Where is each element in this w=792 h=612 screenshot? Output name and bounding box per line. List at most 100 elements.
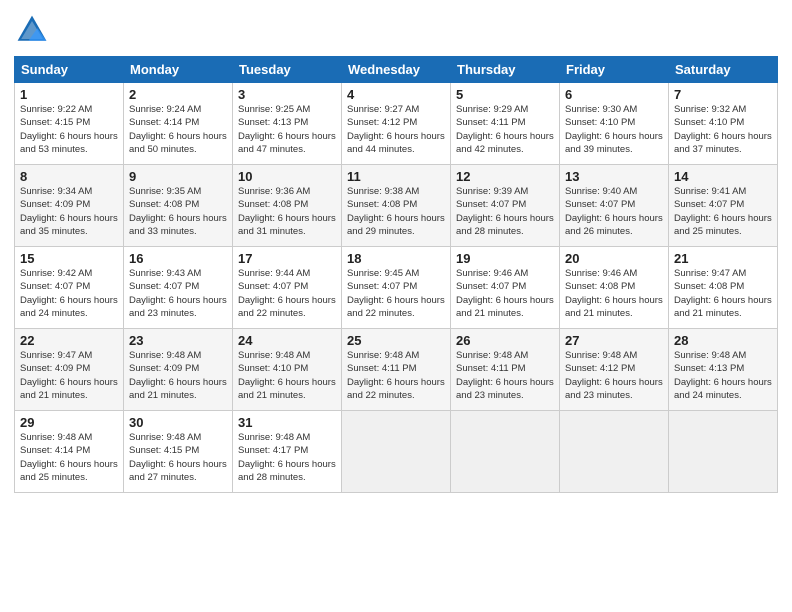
day-number: 24: [238, 333, 336, 348]
logo: [14, 12, 54, 48]
calendar-cell: 2Sunrise: 9:24 AMSunset: 4:14 PMDaylight…: [124, 83, 233, 165]
day-number: 8: [20, 169, 118, 184]
day-info: Sunrise: 9:40 AMSunset: 4:07 PMDaylight:…: [565, 186, 663, 237]
day-info: Sunrise: 9:48 AMSunset: 4:15 PMDaylight:…: [129, 432, 227, 483]
weekday-header-row: SundayMondayTuesdayWednesdayThursdayFrid…: [15, 57, 778, 83]
day-info: Sunrise: 9:48 AMSunset: 4:13 PMDaylight:…: [674, 350, 772, 401]
day-number: 18: [347, 251, 445, 266]
calendar-cell: 11 Sunrise: 9:38 AMSunset: 4:08 PMDayligh…: [342, 165, 451, 247]
calendar-cell: [451, 411, 560, 493]
logo-icon: [14, 12, 50, 48]
day-info: Sunrise: 9:46 AMSunset: 4:07 PMDaylight:…: [456, 268, 554, 319]
calendar-cell: 14 Sunrise: 9:41 AMSunset: 4:07 PMDayligh…: [669, 165, 778, 247]
calendar-week: 1 Sunrise: 9:22 AMSunset: 4:15 PMDaylight…: [15, 83, 778, 165]
calendar-week: 15 Sunrise: 9:42 AMSunset: 4:07 PMDayligh…: [15, 247, 778, 329]
day-number: 19: [456, 251, 554, 266]
calendar-week: 22Sunrise: 9:47 AMSunset: 4:09 PMDayligh…: [15, 329, 778, 411]
calendar-cell: 13 Sunrise: 9:40 AMSunset: 4:07 PMDayligh…: [560, 165, 669, 247]
page: SundayMondayTuesdayWednesdayThursdayFrid…: [0, 0, 792, 612]
calendar: SundayMondayTuesdayWednesdayThursdayFrid…: [14, 56, 778, 493]
calendar-cell: 12Sunrise: 9:39 AMSunset: 4:07 PMDayligh…: [451, 165, 560, 247]
day-info: Sunrise: 9:48 AMSunset: 4:14 PMDaylight:…: [20, 432, 118, 483]
calendar-cell: [669, 411, 778, 493]
day-number: 14: [674, 169, 772, 184]
day-number: 26: [456, 333, 554, 348]
day-number: 29: [20, 415, 118, 430]
day-info: Sunrise: 9:48 AMSunset: 4:11 PMDaylight:…: [347, 350, 445, 401]
day-info: Sunrise: 9:36 AMSunset: 4:08 PMDaylight:…: [238, 186, 336, 237]
day-number: 3: [238, 87, 336, 102]
calendar-cell: 29 Sunrise: 9:48 AMSunset: 4:14 PMDayligh…: [15, 411, 124, 493]
calendar-cell: 21Sunrise: 9:47 AMSunset: 4:08 PMDayligh…: [669, 247, 778, 329]
calendar-body: 1 Sunrise: 9:22 AMSunset: 4:15 PMDaylight…: [15, 83, 778, 493]
calendar-cell: 24 Sunrise: 9:48 AMSunset: 4:10 PMDayligh…: [233, 329, 342, 411]
calendar-cell: 17 Sunrise: 9:44 AMSunset: 4:07 PMDayligh…: [233, 247, 342, 329]
day-number: 25: [347, 333, 445, 348]
day-number: 2: [129, 87, 227, 102]
weekday-header: Thursday: [451, 57, 560, 83]
day-info: Sunrise: 9:27 AMSunset: 4:12 PMDaylight:…: [347, 104, 445, 155]
day-info: Sunrise: 9:48 AMSunset: 4:10 PMDaylight:…: [238, 350, 336, 401]
day-number: 16: [129, 251, 227, 266]
day-number: 23: [129, 333, 227, 348]
day-number: 6: [565, 87, 663, 102]
calendar-cell: 25 Sunrise: 9:48 AMSunset: 4:11 PMDayligh…: [342, 329, 451, 411]
calendar-cell: 31 Sunrise: 9:48 AMSunset: 4:17 PMDayligh…: [233, 411, 342, 493]
day-info: Sunrise: 9:22 AMSunset: 4:15 PMDaylight:…: [20, 104, 118, 155]
calendar-cell: 3 Sunrise: 9:25 AMSunset: 4:13 PMDaylight…: [233, 83, 342, 165]
calendar-cell: 30 Sunrise: 9:48 AMSunset: 4:15 PMDayligh…: [124, 411, 233, 493]
day-number: 21: [674, 251, 772, 266]
calendar-cell: 26Sunrise: 9:48 AMSunset: 4:11 PMDayligh…: [451, 329, 560, 411]
day-number: 28: [674, 333, 772, 348]
day-info: Sunrise: 9:48 AMSunset: 4:17 PMDaylight:…: [238, 432, 336, 483]
calendar-cell: 18 Sunrise: 9:45 AMSunset: 4:07 PMDayligh…: [342, 247, 451, 329]
day-info: Sunrise: 9:29 AMSunset: 4:11 PMDaylight:…: [456, 104, 554, 155]
calendar-cell: 28 Sunrise: 9:48 AMSunset: 4:13 PMDayligh…: [669, 329, 778, 411]
calendar-cell: 7Sunrise: 9:32 AMSunset: 4:10 PMDaylight…: [669, 83, 778, 165]
day-number: 31: [238, 415, 336, 430]
day-number: 4: [347, 87, 445, 102]
day-info: Sunrise: 9:43 AMSunset: 4:07 PMDaylight:…: [129, 268, 227, 319]
day-info: Sunrise: 9:38 AMSunset: 4:08 PMDaylight:…: [347, 186, 445, 237]
day-info: Sunrise: 9:34 AMSunset: 4:09 PMDaylight:…: [20, 186, 118, 237]
weekday-header: Wednesday: [342, 57, 451, 83]
calendar-cell: 19 Sunrise: 9:46 AMSunset: 4:07 PMDayligh…: [451, 247, 560, 329]
calendar-cell: 15 Sunrise: 9:42 AMSunset: 4:07 PMDayligh…: [15, 247, 124, 329]
day-number: 20: [565, 251, 663, 266]
calendar-cell: 23 Sunrise: 9:48 AMSunset: 4:09 PMDayligh…: [124, 329, 233, 411]
weekday-header: Friday: [560, 57, 669, 83]
weekday-header: Tuesday: [233, 57, 342, 83]
day-info: Sunrise: 9:42 AMSunset: 4:07 PMDaylight:…: [20, 268, 118, 319]
calendar-cell: 27 Sunrise: 9:48 AMSunset: 4:12 PMDayligh…: [560, 329, 669, 411]
header: [14, 12, 778, 48]
calendar-cell: 10Sunrise: 9:36 AMSunset: 4:08 PMDayligh…: [233, 165, 342, 247]
day-number: 11: [347, 169, 445, 184]
day-info: Sunrise: 9:25 AMSunset: 4:13 PMDaylight:…: [238, 104, 336, 155]
day-info: Sunrise: 9:48 AMSunset: 4:12 PMDaylight:…: [565, 350, 663, 401]
day-number: 17: [238, 251, 336, 266]
calendar-cell: 16 Sunrise: 9:43 AMSunset: 4:07 PMDayligh…: [124, 247, 233, 329]
calendar-cell: 8 Sunrise: 9:34 AMSunset: 4:09 PMDaylight…: [15, 165, 124, 247]
day-number: 7: [674, 87, 772, 102]
day-number: 12: [456, 169, 554, 184]
day-number: 9: [129, 169, 227, 184]
day-number: 27: [565, 333, 663, 348]
calendar-cell: [342, 411, 451, 493]
day-info: Sunrise: 9:44 AMSunset: 4:07 PMDaylight:…: [238, 268, 336, 319]
day-info: Sunrise: 9:45 AMSunset: 4:07 PMDaylight:…: [347, 268, 445, 319]
calendar-cell: [560, 411, 669, 493]
day-info: Sunrise: 9:35 AMSunset: 4:08 PMDaylight:…: [129, 186, 227, 237]
day-number: 13: [565, 169, 663, 184]
day-info: Sunrise: 9:41 AMSunset: 4:07 PMDaylight:…: [674, 186, 772, 237]
day-number: 5: [456, 87, 554, 102]
weekday-header: Saturday: [669, 57, 778, 83]
day-number: 30: [129, 415, 227, 430]
day-info: Sunrise: 9:46 AMSunset: 4:08 PMDaylight:…: [565, 268, 663, 319]
calendar-cell: 6Sunrise: 9:30 AMSunset: 4:10 PMDaylight…: [560, 83, 669, 165]
day-info: Sunrise: 9:48 AMSunset: 4:09 PMDaylight:…: [129, 350, 227, 401]
weekday-header: Sunday: [15, 57, 124, 83]
day-number: 1: [20, 87, 118, 102]
day-number: 15: [20, 251, 118, 266]
calendar-cell: 4 Sunrise: 9:27 AMSunset: 4:12 PMDaylight…: [342, 83, 451, 165]
calendar-cell: 22Sunrise: 9:47 AMSunset: 4:09 PMDayligh…: [15, 329, 124, 411]
